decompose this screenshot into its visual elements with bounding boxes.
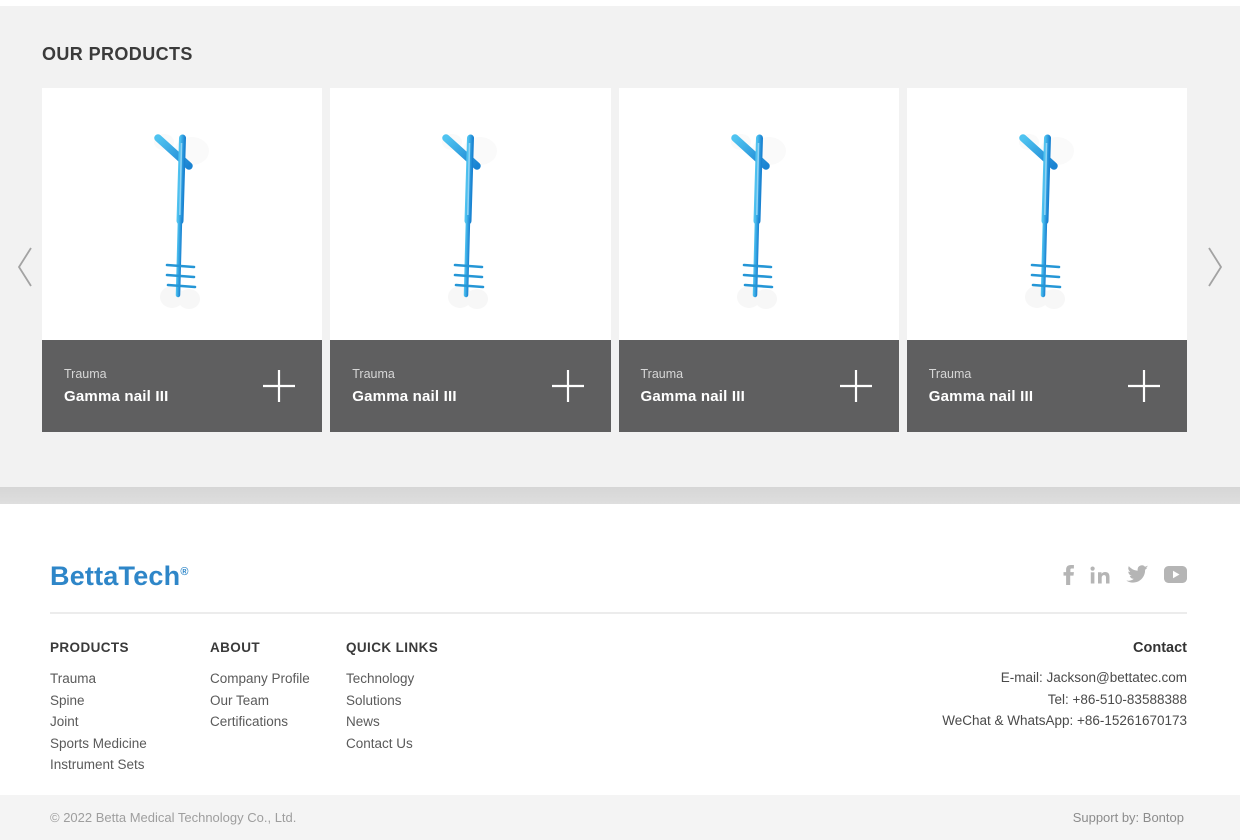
footer-link-trauma[interactable]: Trauma [50,668,210,690]
linkedin-icon [1090,564,1111,584]
footer-link-contact-us[interactable]: Contact Us [346,733,546,755]
section-title: OUR PRODUCTS [42,44,193,65]
product-image-area [619,88,899,340]
plus-icon[interactable] [839,369,873,403]
footer-link-certifications[interactable]: Certifications [210,711,346,733]
plus-icon[interactable] [262,369,296,403]
product-caption: Trauma Gamma nail III [619,340,899,432]
footer-link-solutions[interactable]: Solutions [346,690,546,712]
support-credit[interactable]: Support by: Bontop [1073,810,1184,825]
facebook-icon [1061,564,1075,585]
bettatech-logo[interactable]: BettaTech® [50,556,189,592]
plus-icon[interactable] [551,369,585,403]
section-divider-band [0,487,1240,504]
product-card[interactable]: Trauma Gamma nail III [42,88,322,432]
contact-email: E-mail: Jackson@bettatec.com [942,667,1187,689]
product-caption: Trauma Gamma nail III [330,340,610,432]
product-card[interactable]: Trauma Gamma nail III [907,88,1187,432]
gamma-nail-image [112,109,252,319]
footer-link-instrument-sets[interactable]: Instrument Sets [50,754,210,776]
footer-link-joint[interactable]: Joint [50,711,210,733]
youtube-link[interactable] [1164,566,1187,583]
copyright-text: © 2022 Betta Medical Technology Co., Ltd… [50,810,296,825]
gamma-nail-image [689,109,829,319]
gamma-nail-image [977,109,1117,319]
bottom-bar: © 2022 Betta Medical Technology Co., Ltd… [0,795,1240,840]
column-heading: PRODUCTS [50,640,210,655]
product-card-row: Trauma Gamma nail III [42,88,1187,432]
social-links [1061,564,1187,585]
footer-link-our-team[interactable]: Our Team [210,690,346,712]
product-image-area [42,88,322,340]
footer-link-spine[interactable]: Spine [50,690,210,712]
footer: BettaTech® [0,504,1240,795]
footer-link-sports-medicine[interactable]: Sports Medicine [50,733,210,755]
product-caption: Trauma Gamma nail III [42,340,322,432]
registered-mark: ® [180,566,188,578]
footer-link-news[interactable]: News [346,711,546,733]
twitter-link[interactable] [1126,565,1149,584]
chevron-left-icon [12,244,40,290]
footer-column-quick-links: QUICK LINKS Technology Solutions News Co… [346,640,546,776]
footer-divider [50,612,1187,614]
chevron-right-icon [1200,244,1228,290]
footer-contact-block: Contact E-mail: Jackson@bettatec.com Tel… [942,640,1187,776]
youtube-icon [1164,566,1187,583]
plus-icon[interactable] [1127,369,1161,403]
product-image-area [330,88,610,340]
our-products-section: OUR PRODUCTS [0,6,1240,487]
footer-link-technology[interactable]: Technology [346,668,546,690]
footer-columns: PRODUCTS Trauma Spine Joint Sports Medic… [50,640,1187,776]
gamma-nail-image [400,109,540,319]
contact-heading: Contact [942,640,1187,656]
contact-tel: Tel: +86-510-83588388 [942,689,1187,711]
product-image-area [907,88,1187,340]
contact-wechat-whatsapp: WeChat & WhatsApp: +86-15261670173 [942,710,1187,732]
footer-column-products: PRODUCTS Trauma Spine Joint Sports Medic… [50,640,210,776]
product-card[interactable]: Trauma Gamma nail III [330,88,610,432]
product-caption: Trauma Gamma nail III [907,340,1187,432]
product-card[interactable]: Trauma Gamma nail III [619,88,899,432]
twitter-icon [1126,565,1149,584]
footer-logo-row: BettaTech® [50,504,1187,592]
footer-column-about: ABOUT Company Profile Our Team Certifica… [210,640,346,776]
linkedin-link[interactable] [1090,564,1111,584]
footer-link-company-profile[interactable]: Company Profile [210,668,346,690]
column-heading: ABOUT [210,640,346,655]
facebook-link[interactable] [1061,564,1075,585]
carousel-prev-button[interactable] [12,244,40,290]
carousel-next-button[interactable] [1200,244,1228,290]
column-heading: QUICK LINKS [346,640,546,655]
logo-text: BettaTech [50,561,180,591]
